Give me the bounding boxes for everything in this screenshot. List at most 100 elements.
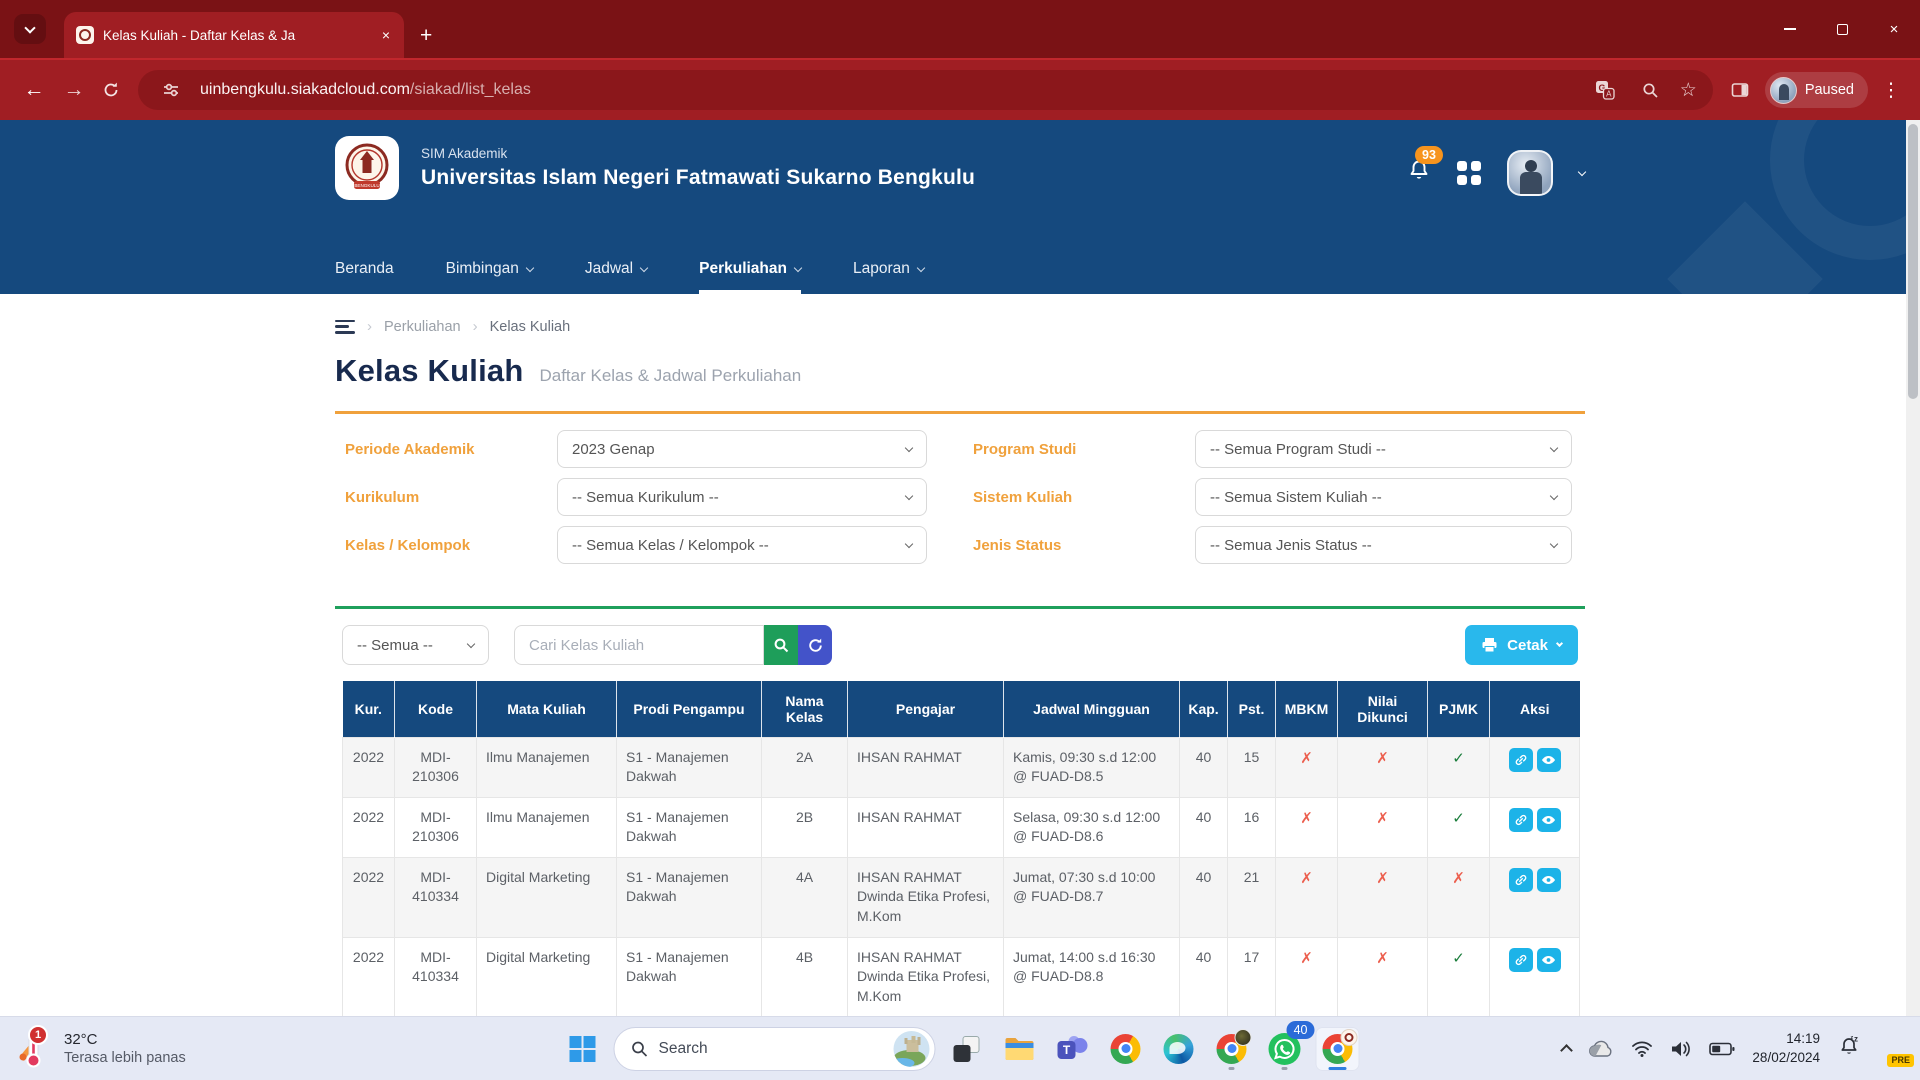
svg-text:z: z	[1854, 1035, 1858, 1044]
notification-bell-dnd-icon[interactable]: zz	[1837, 1034, 1861, 1063]
link-action-button[interactable]	[1509, 868, 1533, 892]
taskbar-clock[interactable]: 14:19 28/02/2024	[1752, 1030, 1820, 1066]
search-button[interactable]	[764, 625, 798, 665]
weather-temperature: 32°C	[64, 1031, 186, 1048]
chrome-active-button[interactable]	[1316, 1027, 1360, 1071]
minimize-button[interactable]	[1764, 0, 1816, 58]
reload-button[interactable]	[94, 80, 128, 100]
clock-date: 28/02/2024	[1752, 1049, 1820, 1067]
screen: Kelas Kuliah - Daftar Kelas & Ja × + × ←…	[0, 0, 1920, 1080]
onedrive-icon[interactable]	[1588, 1040, 1614, 1058]
university-logo: BENGKULU	[335, 136, 399, 200]
url-bar[interactable]: uinbengkulu.siakadcloud.com/siakad/list_…	[138, 70, 1713, 110]
weather-widget[interactable]: 1 32°C Terasa lebih panas	[0, 1027, 186, 1071]
wifi-icon[interactable]	[1631, 1040, 1653, 1057]
teams-icon: T	[1058, 1036, 1088, 1062]
copilot-button[interactable]: PRE	[1878, 1035, 1906, 1063]
chrome-profile-button[interactable]	[1210, 1027, 1254, 1071]
tray-expand-icon[interactable]	[1561, 1044, 1574, 1057]
nav-item-beranda[interactable]: Beranda	[335, 260, 394, 294]
teams-button[interactable]: T	[1051, 1027, 1095, 1071]
search-icon	[773, 637, 790, 654]
weather-alert-badge: 1	[28, 1025, 48, 1045]
bookmark-star-icon[interactable]: ☆	[1680, 79, 1697, 102]
minimize-icon	[1784, 28, 1796, 30]
chrome-button[interactable]	[1104, 1027, 1148, 1071]
tab-close-icon[interactable]: ×	[380, 27, 392, 43]
taskbar-search[interactable]: Search	[614, 1027, 936, 1071]
link-action-button[interactable]	[1509, 808, 1533, 832]
printer-icon	[1481, 637, 1498, 653]
jenis-status-select[interactable]: -- Semua Jenis Status --	[1195, 526, 1572, 564]
nilai-dikunci-status-icon: ✗	[1376, 750, 1389, 767]
periode-akademik-select[interactable]: 2023 Genap	[557, 430, 927, 468]
mbkm-status-icon: ✗	[1300, 950, 1313, 967]
new-tab-button[interactable]: +	[420, 25, 432, 46]
bing-daily-image[interactable]	[894, 1031, 930, 1067]
user-avatar[interactable]	[1507, 150, 1553, 196]
search-lens-icon[interactable]	[1634, 81, 1668, 100]
volume-icon[interactable]	[1670, 1040, 1692, 1058]
file-explorer-icon	[1004, 1035, 1036, 1063]
copilot-pre-badge: PRE	[1887, 1054, 1914, 1067]
chevron-down-icon	[526, 264, 534, 272]
browser-menu-icon[interactable]: ⋮	[1876, 79, 1906, 102]
view-action-button[interactable]	[1537, 748, 1561, 772]
site-info-icon[interactable]	[154, 80, 188, 100]
maximize-button[interactable]	[1816, 0, 1868, 58]
print-button[interactable]: Cetak	[1465, 625, 1578, 665]
task-view-button[interactable]	[945, 1027, 989, 1071]
kurikulum-select[interactable]: -- Semua Kurikulum --	[557, 478, 927, 516]
search-input[interactable]	[514, 625, 764, 665]
nav-item-jadwal[interactable]: Jadwal	[585, 260, 647, 294]
pjmk-status-icon: ✓	[1452, 750, 1465, 767]
browser-profile-chip[interactable]: Paused	[1765, 72, 1868, 108]
university-profile-overlay	[1341, 1029, 1358, 1046]
view-action-button[interactable]	[1537, 868, 1561, 892]
browser-tab[interactable]: Kelas Kuliah - Daftar Kelas & Ja ×	[64, 12, 404, 58]
profile-photo-overlay	[1235, 1029, 1252, 1046]
nav-item-perkuliahan[interactable]: Perkuliahan	[699, 260, 801, 294]
search-icon	[631, 1040, 649, 1058]
menu-toggle-icon[interactable]	[335, 320, 355, 334]
refresh-button[interactable]	[798, 625, 832, 665]
sistem-kuliah-select[interactable]: -- Semua Sistem Kuliah --	[1195, 478, 1572, 516]
whatsapp-button[interactable]: 40	[1263, 1027, 1307, 1071]
nav-item-bimbingan[interactable]: Bimbingan	[446, 260, 533, 294]
kelas-kelompok-select[interactable]: -- Semua Kelas / Kelompok --	[557, 526, 927, 564]
mbkm-status-icon: ✗	[1300, 870, 1313, 887]
university-name: Universitas Islam Negeri Fatmawati Sukar…	[421, 166, 975, 190]
class-table: Kur.KodeMata Kuliah Prodi PengampuNama K…	[342, 681, 1580, 1016]
chevron-down-icon	[917, 264, 925, 272]
edge-button[interactable]	[1157, 1027, 1201, 1071]
chrome-icon	[1111, 1034, 1141, 1064]
side-panel-icon[interactable]	[1723, 80, 1757, 100]
start-button[interactable]	[561, 1027, 605, 1071]
profile-caret-icon[interactable]	[1578, 167, 1586, 175]
file-explorer-button[interactable]	[998, 1027, 1042, 1071]
battery-icon[interactable]	[1709, 1042, 1735, 1056]
link-action-button[interactable]	[1509, 748, 1533, 772]
mbkm-status-icon: ✗	[1300, 810, 1313, 827]
table-row: 2022 MDI-410334 Digital Marketing S1 - M…	[343, 857, 1580, 937]
maximize-icon	[1837, 24, 1848, 35]
view-action-button[interactable]	[1537, 948, 1561, 972]
page-scrollbar[interactable]	[1906, 120, 1920, 1016]
sync-status-label: Paused	[1805, 82, 1854, 98]
scrollbar-thumb[interactable]	[1908, 124, 1918, 399]
link-action-button[interactable]	[1509, 948, 1533, 972]
filter-label-kelas-kelompok: Kelas / Kelompok	[345, 537, 557, 554]
close-button[interactable]: ×	[1868, 0, 1920, 58]
nav-item-laporan[interactable]: Laporan	[853, 260, 924, 294]
category-select[interactable]: -- Semua --	[342, 625, 489, 665]
view-action-button[interactable]	[1537, 808, 1561, 832]
translate-icon[interactable]: GA	[1588, 79, 1622, 101]
tab-search-button[interactable]	[14, 14, 46, 44]
forward-button[interactable]: →	[54, 78, 94, 102]
breadcrumb-perkuliahan[interactable]: Perkuliahan	[384, 319, 461, 335]
notifications-button[interactable]: 93	[1407, 158, 1431, 189]
program-studi-select[interactable]: -- Semua Program Studi --	[1195, 430, 1572, 468]
apps-grid-button[interactable]	[1457, 161, 1481, 185]
back-button[interactable]: ←	[14, 78, 54, 102]
chevron-down-icon	[24, 22, 35, 33]
